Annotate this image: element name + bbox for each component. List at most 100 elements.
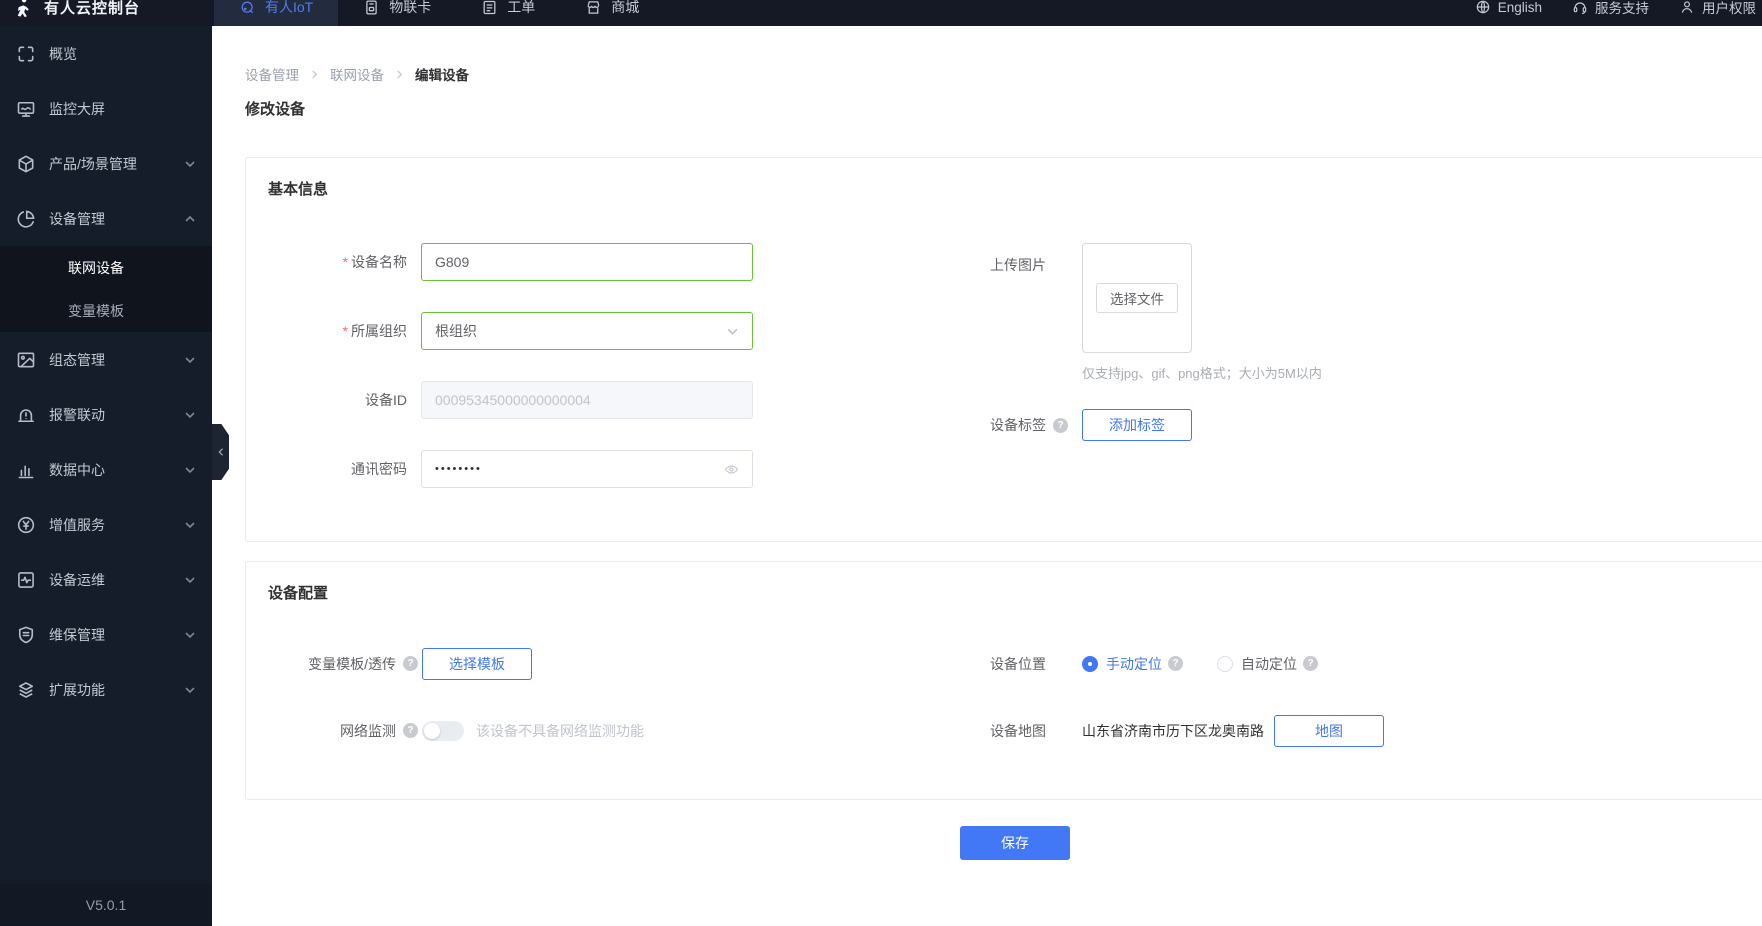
variable-template-label: 变量模板/透传 <box>246 654 396 674</box>
sidebar-item-configuration-management[interactable]: 组态管理 <box>0 332 212 387</box>
device-map-row: 设备地图 山东省济南市历下区龙奥南路 地图 <box>946 714 1646 747</box>
comm-password-value[interactable]: •••••••• <box>435 463 482 475</box>
user-permissions[interactable]: 用户权限 <box>1679 0 1756 17</box>
chevron-down-icon <box>184 684 196 696</box>
sidebar-item-label: 数据中心 <box>49 460 171 480</box>
sidebar-item-label: 监控大屏 <box>49 99 196 119</box>
organization-select[interactable]: 根组织 <box>421 312 753 350</box>
device-tags-help-slot <box>1046 418 1082 433</box>
upload-image-row: 上传图片 选择文件 <box>946 243 1646 353</box>
sidebar-item-variable-templates[interactable]: 变量模板 <box>0 289 212 332</box>
pulse-icon <box>16 570 36 590</box>
chevron-down-icon <box>184 409 196 421</box>
sidebar-item-device-management[interactable]: 设备管理 <box>0 191 212 246</box>
device-config-title: 设备配置 <box>268 582 328 603</box>
cube-icon <box>16 154 36 174</box>
help-icon[interactable] <box>403 656 418 671</box>
sidebar-item-alarm-linkage[interactable]: 报警联动 <box>0 387 212 442</box>
sim-card-icon <box>363 0 380 16</box>
device-name-row: *设备名称 <box>246 243 866 281</box>
sidebar-item-data-center[interactable]: 数据中心 <box>0 442 212 497</box>
breadcrumb-networked-devices[interactable]: 联网设备 <box>330 64 384 84</box>
pie-chart-icon <box>16 209 36 229</box>
device-map-label: 设备地图 <box>946 721 1046 741</box>
help-icon[interactable] <box>1053 418 1068 433</box>
help-icon[interactable] <box>1168 656 1183 671</box>
chevron-down-icon <box>184 464 196 476</box>
tab-mall[interactable]: 商城 <box>560 0 664 26</box>
tab-sim-card[interactable]: 物联卡 <box>338 0 456 26</box>
device-management-submenu: 联网设备 变量模板 <box>0 246 212 332</box>
sidebar: 概览 监控大屏 产品/场景管理 设备管理 <box>0 26 212 926</box>
upload-hint: 仅支持jpg、gif、png格式；大小为5M以内 <box>1082 363 1646 382</box>
basic-info-left-column: *设备名称 *所属组织 根组织 设备ID <box>246 243 866 519</box>
brand-mascot-icon <box>12 0 34 18</box>
mall-icon <box>585 0 602 16</box>
help-icon[interactable] <box>1303 656 1318 671</box>
chevron-right-icon <box>309 69 320 80</box>
tab-work-order[interactable]: 工单 <box>456 0 560 26</box>
auto-location-radio[interactable] <box>1217 656 1233 672</box>
version-label: V5.0.1 <box>0 884 212 926</box>
upload-dropzone[interactable]: 选择文件 <box>1082 243 1192 353</box>
logo[interactable]: 有人云控制台 <box>0 0 212 18</box>
app-root: 有人云控制台 有人IoT 物联卡 工单 <box>0 0 1762 926</box>
service-support[interactable]: 服务支持 <box>1572 0 1649 17</box>
language-label: English <box>1498 0 1542 15</box>
sidebar-item-networked-devices[interactable]: 联网设备 <box>0 246 212 289</box>
save-button[interactable]: 保存 <box>960 826 1070 860</box>
variable-template-row: 变量模板/透传 选择模板 <box>246 647 866 680</box>
eye-icon[interactable] <box>724 462 739 477</box>
submenu-item-label: 联网设备 <box>68 258 124 278</box>
help-icon[interactable] <box>403 723 418 738</box>
sidebar-item-device-ops[interactable]: 设备运维 <box>0 552 212 607</box>
sidebar-item-product-scene[interactable]: 产品/场景管理 <box>0 136 212 191</box>
comm-password-field-wrap: •••••••• <box>421 450 753 488</box>
device-config-right-column: 设备位置 手动定位 自动定位 设备地图 山东省济南市历下区龙奥南路 地图 <box>946 647 1646 781</box>
basic-info-right-column: 上传图片 选择文件 仅支持jpg、gif、png格式；大小为5M以内 设备标签 … <box>946 243 1646 441</box>
sidebar-item-extensions[interactable]: 扩展功能 <box>0 662 212 717</box>
layers-icon <box>16 680 36 700</box>
bar-chart-icon <box>16 460 36 480</box>
sidebar-item-value-added-services[interactable]: 增值服务 <box>0 497 212 552</box>
tab-label: 商城 <box>611 0 639 17</box>
device-id-row: 设备ID <box>246 381 866 419</box>
comm-password-row: 通讯密码 •••••••• <box>246 450 866 488</box>
language-switch[interactable]: English <box>1475 0 1542 15</box>
device-name-label: *设备名称 <box>246 252 421 272</box>
device-location-row: 设备位置 手动定位 自动定位 <box>946 647 1646 680</box>
basic-info-title: 基本信息 <box>268 178 328 199</box>
sidebar-item-monitor-screen[interactable]: 监控大屏 <box>0 81 212 136</box>
tab-label: 物联卡 <box>389 0 431 17</box>
alarm-icon <box>16 405 36 425</box>
sidebar-item-overview[interactable]: 概览 <box>0 26 212 81</box>
breadcrumb-device-management[interactable]: 设备管理 <box>245 64 299 84</box>
tab-label: 工单 <box>507 0 535 17</box>
network-monitor-row: 网络监测 该设备不具备网络监测功能 <box>246 714 866 747</box>
main-content: 设备管理 联网设备 编辑设备 修改设备 基本信息 *设备名称 <box>212 26 1762 926</box>
sidebar-item-label: 组态管理 <box>49 350 171 370</box>
choose-template-button[interactable]: 选择模板 <box>422 648 532 680</box>
add-tag-button[interactable]: 添加标签 <box>1082 409 1192 441</box>
manual-location-label[interactable]: 手动定位 <box>1106 654 1162 674</box>
sidebar-item-maintenance-management[interactable]: 维保管理 <box>0 607 212 662</box>
iot-console-icon <box>239 0 256 16</box>
app-title: 有人云控制台 <box>44 0 140 18</box>
network-monitor-toggle[interactable] <box>422 721 464 741</box>
tab-iot[interactable]: 有人IoT <box>214 0 338 26</box>
choose-file-button[interactable]: 选择文件 <box>1096 283 1178 313</box>
yuan-icon <box>16 515 36 535</box>
sidebar-collapse-handle[interactable] <box>212 424 229 480</box>
required-mark: * <box>343 323 348 339</box>
chevron-right-icon <box>394 69 405 80</box>
basic-info-card: 基本信息 *设备名称 *所属组织 根组织 <box>245 157 1762 542</box>
device-name-input[interactable] <box>435 254 739 270</box>
chevron-down-icon <box>184 519 196 531</box>
sidebar-item-label: 产品/场景管理 <box>49 154 171 174</box>
manual-location-radio[interactable] <box>1082 656 1098 672</box>
auto-location-label[interactable]: 自动定位 <box>1241 654 1297 674</box>
topbar: 有人云控制台 有人IoT 物联卡 工单 <box>0 0 1762 26</box>
map-button[interactable]: 地图 <box>1274 715 1384 747</box>
submenu-item-label: 变量模板 <box>68 301 124 321</box>
shield-icon <box>16 625 36 645</box>
